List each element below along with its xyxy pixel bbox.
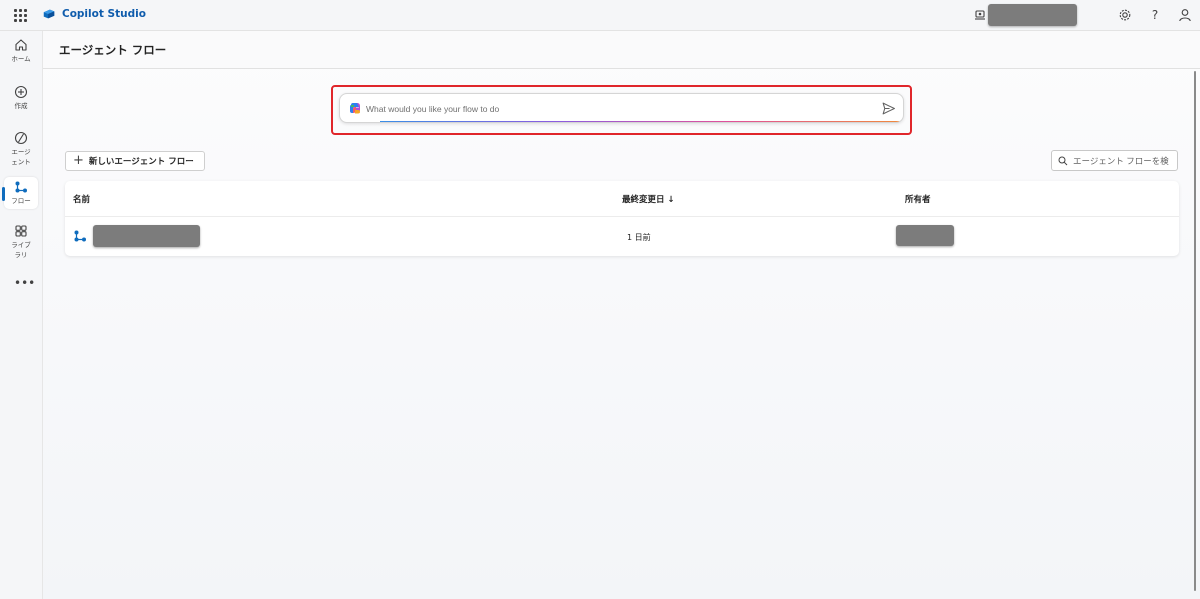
settings-icon[interactable] [1118,8,1132,22]
modified-cell: 1 日前 [627,233,651,242]
nav-library[interactable]: ライブ ラリ [4,224,38,262]
column-header-name[interactable]: 名前 [73,193,90,205]
scrollbar[interactable] [1193,71,1197,591]
flows-table: 名前 最終変更日 ↓ 所有者 1 日前 [65,181,1179,256]
flow-prompt-input[interactable] [366,100,866,118]
nav-create-label: 作成 [14,102,28,110]
search-icon [1058,156,1068,165]
create-icon [14,85,28,99]
search-input[interactable] [1073,155,1178,166]
flows-icon [15,181,27,193]
active-nav-indicator [2,187,5,201]
library-icon [15,225,27,237]
scroll-thumb[interactable] [1194,71,1196,591]
top-bar: Copilot Studio ? [0,0,1200,31]
send-icon[interactable] [881,101,896,116]
flow-prompt-box[interactable] [339,93,904,123]
owner-redacted [896,225,954,246]
new-agent-flow-button[interactable]: + 新しいエージェント フロー [65,151,205,171]
main-content: エージェント フロー + 新しいエージェント フロー 名前 最終変更日 ↓ 所有… [43,31,1200,599]
environment-icon[interactable] [974,9,986,21]
left-nav-rail: ホーム 作成 エージ ェント フロー ライブ ラリ ••• [0,31,43,599]
app-name: Copilot Studio [62,8,146,20]
page-title: エージェント フロー [59,43,167,57]
nav-library-label: ライブ ラリ [11,241,31,259]
agents-icon [14,131,28,145]
new-agent-flow-label: 新しいエージェント フロー [88,157,194,167]
nav-create[interactable]: 作成 [4,85,38,117]
more-icon[interactable]: ••• [14,276,35,290]
account-icon[interactable] [1178,8,1192,22]
copilot-studio-logo-icon [43,9,55,19]
nav-agents-label: エージ ェント [11,148,31,166]
column-header-owner[interactable]: 所有者 [905,193,931,205]
table-row[interactable]: 1 日前 [65,217,1179,256]
brand[interactable]: Copilot Studio [42,7,146,21]
copilot-icon [350,103,360,114]
plus-icon: + [73,153,84,168]
app-launcher-icon[interactable] [14,9,27,22]
search-box[interactable] [1051,150,1178,171]
column-header-modified[interactable]: 最終変更日 ↓ [622,193,675,205]
home-icon [15,39,27,51]
nav-flows-label: フロー [11,197,31,205]
nav-flows[interactable]: フロー [4,177,38,209]
flow-name-redacted[interactable] [93,225,200,247]
nav-agents[interactable]: エージ ェント [4,131,38,169]
environment-name-redacted[interactable] [988,4,1077,26]
flow-icon [74,230,86,242]
nav-home[interactable]: ホーム [4,38,38,70]
page-header: エージェント フロー [43,31,1200,69]
nav-home-label: ホーム [11,55,31,63]
help-icon[interactable]: ? [1148,8,1162,22]
prompt-gradient-underline [380,120,903,122]
